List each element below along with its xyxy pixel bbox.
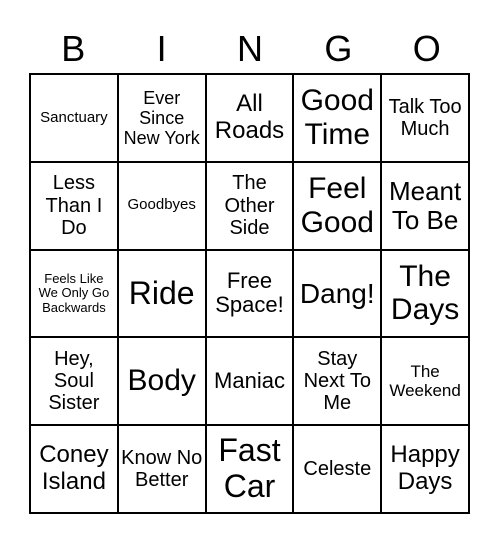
bingo-cell[interactable]: The Other Side xyxy=(205,161,294,250)
bingo-cell[interactable]: The Days xyxy=(381,249,469,338)
header-letter-n: N xyxy=(236,28,263,69)
bingo-cell[interactable]: Celeste xyxy=(293,425,382,513)
bingo-cell[interactable]: Know No Better xyxy=(117,425,206,513)
header-letter-o: O xyxy=(412,28,441,69)
bingo-cell[interactable]: Stay Next To Me xyxy=(293,337,382,426)
bingo-cell[interactable]: Happy Days xyxy=(381,425,469,513)
bingo-cell[interactable]: Talk Too Much xyxy=(381,74,469,162)
header-letter-b: B xyxy=(61,28,86,69)
header-letter-i: I xyxy=(156,28,167,69)
header-letter-g: G xyxy=(324,28,353,69)
bingo-cell[interactable]: Feel Good xyxy=(293,161,382,250)
bingo-cell[interactable]: Good Time xyxy=(293,74,382,162)
bingo-cell[interactable]: Sanctuary xyxy=(30,74,118,162)
bingo-cell[interactable]: Ride xyxy=(117,249,206,338)
bingo-cell[interactable]: Less Than I Do xyxy=(30,161,118,250)
bingo-cell[interactable]: Body xyxy=(117,337,206,426)
bingo-cell[interactable]: Hey, Soul Sister xyxy=(30,337,118,426)
free-space-cell[interactable]: Free Space! xyxy=(205,249,294,338)
bingo-header: B I N G O xyxy=(29,26,471,72)
bingo-cell[interactable]: Goodbyes xyxy=(117,161,206,250)
bingo-cell[interactable]: All Roads xyxy=(205,74,294,162)
bingo-cell[interactable]: Maniac xyxy=(205,337,294,426)
bingo-cell[interactable]: Feels Like We Only Go Backwards xyxy=(30,249,118,338)
bingo-cell[interactable]: Meant To Be xyxy=(381,161,469,250)
bingo-cell[interactable]: Fast Car xyxy=(205,425,294,513)
bingo-cell[interactable]: Coney Island xyxy=(30,425,118,513)
bingo-cell[interactable]: Ever Since New York xyxy=(117,74,206,162)
bingo-cell[interactable]: The Weekend xyxy=(381,337,469,426)
bingo-cell[interactable]: Dang! xyxy=(293,249,382,338)
bingo-grid: Sanctuary Ever Since New York All Roads Goo… xyxy=(29,73,470,514)
